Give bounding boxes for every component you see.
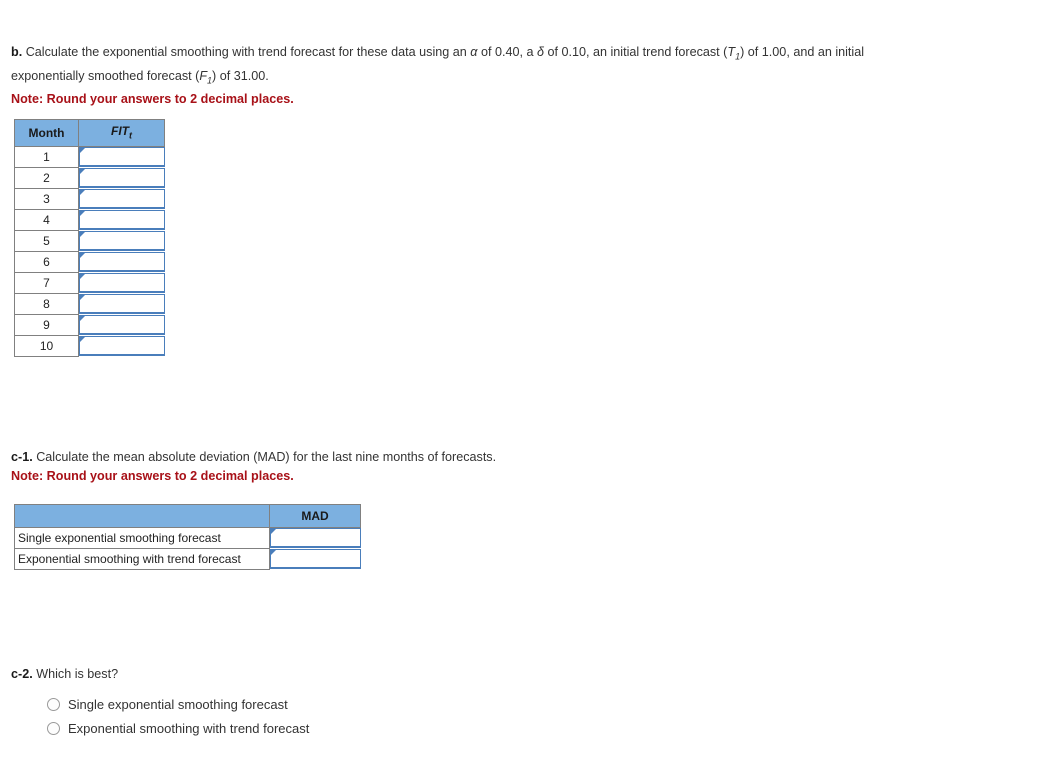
fit-month-cell-4: 4 [14, 209, 79, 232]
question-b-text-2: of 0.40, a [477, 45, 537, 59]
question-b-note: Note: Round your answers to 2 decimal pl… [11, 92, 294, 107]
radio-option-label: Exponential smoothing with trend forecas… [68, 720, 310, 736]
table-row: 10 [14, 335, 165, 358]
fit-month-cell-8: 8 [14, 293, 79, 316]
radio-button-icon[interactable] [47, 697, 60, 711]
fit-input-cell-8 [78, 293, 165, 315]
radio-option-single-exponential[interactable]: Single exponential smoothing forecast [47, 692, 309, 716]
fit-input-9[interactable] [79, 314, 165, 335]
question-b-text-3: of 0.10, an initial trend forecast ( [543, 45, 728, 59]
fit-input-cell-9 [78, 314, 165, 336]
fit-table-header-fit: FITt [78, 118, 165, 148]
mad-label-cell-1: Single exponential smoothing forecast [14, 527, 270, 549]
radio-option-label: Single exponential smoothing forecast [68, 696, 288, 712]
question-c1-note: Note: Round your answers to 2 decimal pl… [11, 469, 294, 483]
mad-table-body: Single exponential smoothing forecast Ex… [14, 527, 361, 570]
fit-month-cell-1: 1 [14, 146, 79, 169]
mad-table-header-row: MAD [14, 504, 361, 528]
question-b-prompt: b. Calculate the exponential smoothing w… [11, 43, 871, 109]
question-c2-prompt: c-2. Which is best? [11, 665, 511, 684]
table-row: 2 [14, 167, 165, 190]
table-row: Single exponential smoothing forecast [14, 527, 361, 549]
mad-input-cell-2 [269, 548, 361, 570]
fit-input-cell-7 [78, 272, 165, 294]
smoothed-forecast-variable: F [199, 68, 208, 83]
fit-input-1[interactable] [79, 147, 165, 168]
fit-table-header-row: Month FITt [14, 118, 165, 148]
fit-input-cell-6 [78, 251, 165, 273]
radio-option-trend[interactable]: Exponential smoothing with trend forecas… [47, 716, 309, 740]
fit-header-variable: FIT [111, 124, 129, 138]
worksheet-page: b. Calculate the exponential smoothing w… [0, 0, 1056, 758]
table-row: 4 [14, 209, 165, 232]
fit-month-cell-5: 5 [14, 230, 79, 253]
mad-input-cell-1 [269, 527, 361, 549]
radio-button-icon[interactable] [47, 721, 60, 735]
fit-input-8[interactable] [79, 293, 165, 314]
trend-forecast-variable: T [727, 45, 736, 59]
fit-input-cell-4 [78, 209, 165, 231]
table-row: 8 [14, 293, 165, 316]
question-c2-text: Which is best? [32, 667, 119, 681]
table-row: Exponential smoothing with trend forecas… [14, 548, 361, 570]
mad-input-trend[interactable] [270, 548, 361, 569]
fit-input-3[interactable] [79, 188, 165, 209]
table-row: 3 [14, 188, 165, 211]
fit-table-header-month: Month [14, 118, 79, 148]
mad-table: MAD Single exponential smoothing forecas… [14, 504, 361, 570]
mad-table-header-label [14, 504, 270, 528]
fit-forecast-table: Month FITt 1 2 3 4 5 6 7 8 9 10 [14, 118, 165, 358]
mad-label-cell-2: Exponential smoothing with trend forecas… [14, 548, 270, 570]
best-method-radio-group: Single exponential smoothing forecast Ex… [47, 692, 309, 740]
fit-input-cell-3 [78, 188, 165, 210]
question-b-text-5: ) of 31.00. [212, 68, 269, 83]
fit-input-6[interactable] [79, 251, 165, 272]
table-row: 6 [14, 251, 165, 274]
fit-month-cell-2: 2 [14, 167, 79, 190]
question-c2-label: c-2. [11, 667, 33, 681]
fit-month-cell-9: 9 [14, 314, 79, 337]
fit-header-subscript: t [129, 130, 132, 141]
mad-table-header-mad: MAD [269, 504, 361, 528]
fit-input-10[interactable] [79, 335, 165, 356]
table-row: 7 [14, 272, 165, 295]
table-row: 5 [14, 230, 165, 253]
fit-input-cell-10 [78, 335, 165, 357]
fit-month-cell-3: 3 [14, 188, 79, 211]
question-c1-prompt: c-1. Calculate the mean absolute deviati… [11, 448, 711, 486]
fit-input-cell-2 [78, 167, 165, 189]
question-b-text-1: Calculate the exponential smoothing with… [22, 45, 471, 59]
table-row: 1 [14, 146, 165, 169]
question-c1-text: Calculate the mean absolute deviation (M… [32, 450, 497, 464]
fit-input-cell-1 [78, 146, 165, 168]
fit-month-cell-10: 10 [14, 335, 79, 358]
fit-month-cell-7: 7 [14, 272, 79, 295]
fit-input-2[interactable] [79, 167, 165, 188]
question-b-label: b. [11, 45, 23, 59]
fit-input-5[interactable] [79, 230, 165, 251]
delta-symbol: δ [536, 45, 544, 59]
fit-input-7[interactable] [79, 272, 165, 293]
fit-table-body: 1 2 3 4 5 6 7 8 9 10 [14, 146, 165, 358]
table-row: 9 [14, 314, 165, 337]
question-c1-label: c-1. [11, 450, 33, 464]
fit-month-cell-6: 6 [14, 251, 79, 274]
mad-input-single-exponential[interactable] [270, 527, 361, 548]
fit-input-4[interactable] [79, 209, 165, 230]
fit-input-cell-5 [78, 230, 165, 252]
